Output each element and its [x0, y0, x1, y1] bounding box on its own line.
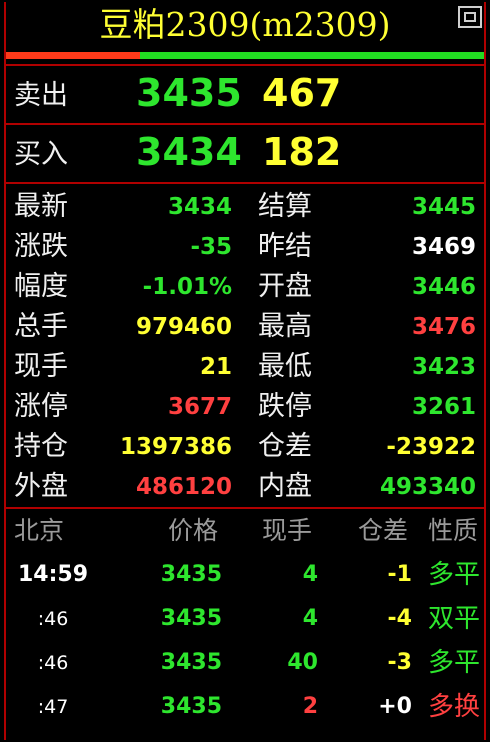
- stat-value-total-volume: 979460: [135, 314, 232, 340]
- stat-label-prev-settlement: 昨结: [258, 231, 312, 262]
- stat-value-change: -35: [190, 234, 232, 260]
- restore-window-icon[interactable]: [458, 6, 482, 28]
- stat-value-inner-volume: 493340: [379, 474, 476, 500]
- stat-value-prev-settlement: 3469: [411, 234, 476, 260]
- stat-value-outer-volume: 486120: [135, 474, 232, 500]
- stat-label-outer-volume: 外盘: [14, 471, 68, 502]
- stat-label-pct: 幅度: [14, 271, 68, 302]
- stat-label-open: 开盘: [258, 271, 312, 302]
- stat-value-low: 3423: [411, 354, 476, 380]
- buy-strength-bar: [6, 52, 140, 59]
- buy-label: 买入: [14, 139, 68, 170]
- tick-header-nature: 性质: [428, 516, 479, 545]
- stat-value-pct: -1.01%: [142, 274, 232, 300]
- tick-price: 3435: [160, 650, 222, 675]
- tick-volume: 4: [302, 562, 318, 587]
- stat-value-limit-up: 3677: [167, 394, 232, 420]
- tick-header-price: 价格: [168, 516, 219, 545]
- divider: [6, 123, 484, 125]
- stat-label-total-volume: 总手: [14, 311, 68, 342]
- tick-header-volume: 现手: [262, 516, 313, 545]
- stat-label-change: 涨跌: [14, 231, 68, 262]
- stat-value-current-volume: 21: [199, 354, 232, 380]
- sell-price: 3435: [136, 71, 242, 115]
- stat-label-limit-up: 涨停: [14, 391, 68, 422]
- sell-volume: 467: [262, 71, 342, 115]
- tick-time: :47: [37, 696, 69, 718]
- stat-value-settlement: 3445: [411, 194, 476, 220]
- stat-label-current-volume: 现手: [14, 351, 68, 382]
- stat-value-oi-change: -23922: [386, 434, 476, 460]
- tick-header-time: 北京: [14, 516, 65, 545]
- tick-nature: 多换: [428, 692, 481, 722]
- stat-value-open: 3446: [411, 274, 476, 300]
- contract-title-text: 豆粕2309(m2309): [99, 5, 391, 44]
- tick-oi-change: -3: [387, 650, 412, 675]
- tick-oi-change: -1: [387, 562, 412, 587]
- tick-volume: 4: [302, 606, 318, 631]
- tick-price: 3435: [160, 606, 222, 631]
- sell-strength-bar: [140, 52, 484, 59]
- buy-volume: 182: [262, 130, 342, 174]
- stat-value-latest: 3434: [167, 194, 232, 220]
- stat-label-oi-change: 仓差: [258, 431, 312, 462]
- tick-time: :46: [37, 652, 69, 674]
- stat-label-inner-volume: 内盘: [258, 471, 312, 502]
- contract-title: 豆粕2309(m2309): [6, 2, 484, 48]
- stat-label-low: 最低: [258, 351, 312, 382]
- tick-price: 3435: [160, 694, 222, 719]
- stat-label-high: 最高: [258, 311, 312, 342]
- divider: [6, 64, 484, 66]
- tick-oi-change: -4: [387, 606, 412, 631]
- tick-price: 3435: [160, 562, 222, 587]
- tick-header-oi-change: 仓差: [358, 516, 409, 545]
- stat-value-high: 3476: [411, 314, 476, 340]
- tick-volume: 40: [287, 650, 318, 675]
- stat-label-open-interest: 持仓: [14, 431, 68, 462]
- stat-value-limit-down: 3261: [411, 394, 476, 420]
- tick-nature: 多平: [428, 560, 481, 590]
- sell-label: 卖出: [14, 80, 68, 111]
- stat-label-latest: 最新: [14, 191, 68, 222]
- tick-volume: 2: [302, 694, 318, 719]
- stat-label-settlement: 结算: [258, 191, 312, 222]
- tick-oi-change: +0: [378, 694, 412, 719]
- tick-time: 14:59: [18, 562, 89, 587]
- stat-value-open-interest: 1397386: [119, 434, 232, 460]
- divider: [6, 507, 484, 509]
- tick-nature: 双平: [428, 604, 481, 634]
- buy-price: 3434: [136, 130, 242, 174]
- divider: [6, 182, 484, 184]
- tick-time: :46: [37, 608, 69, 630]
- tick-nature: 多平: [428, 648, 481, 678]
- stat-label-limit-down: 跌停: [258, 391, 312, 422]
